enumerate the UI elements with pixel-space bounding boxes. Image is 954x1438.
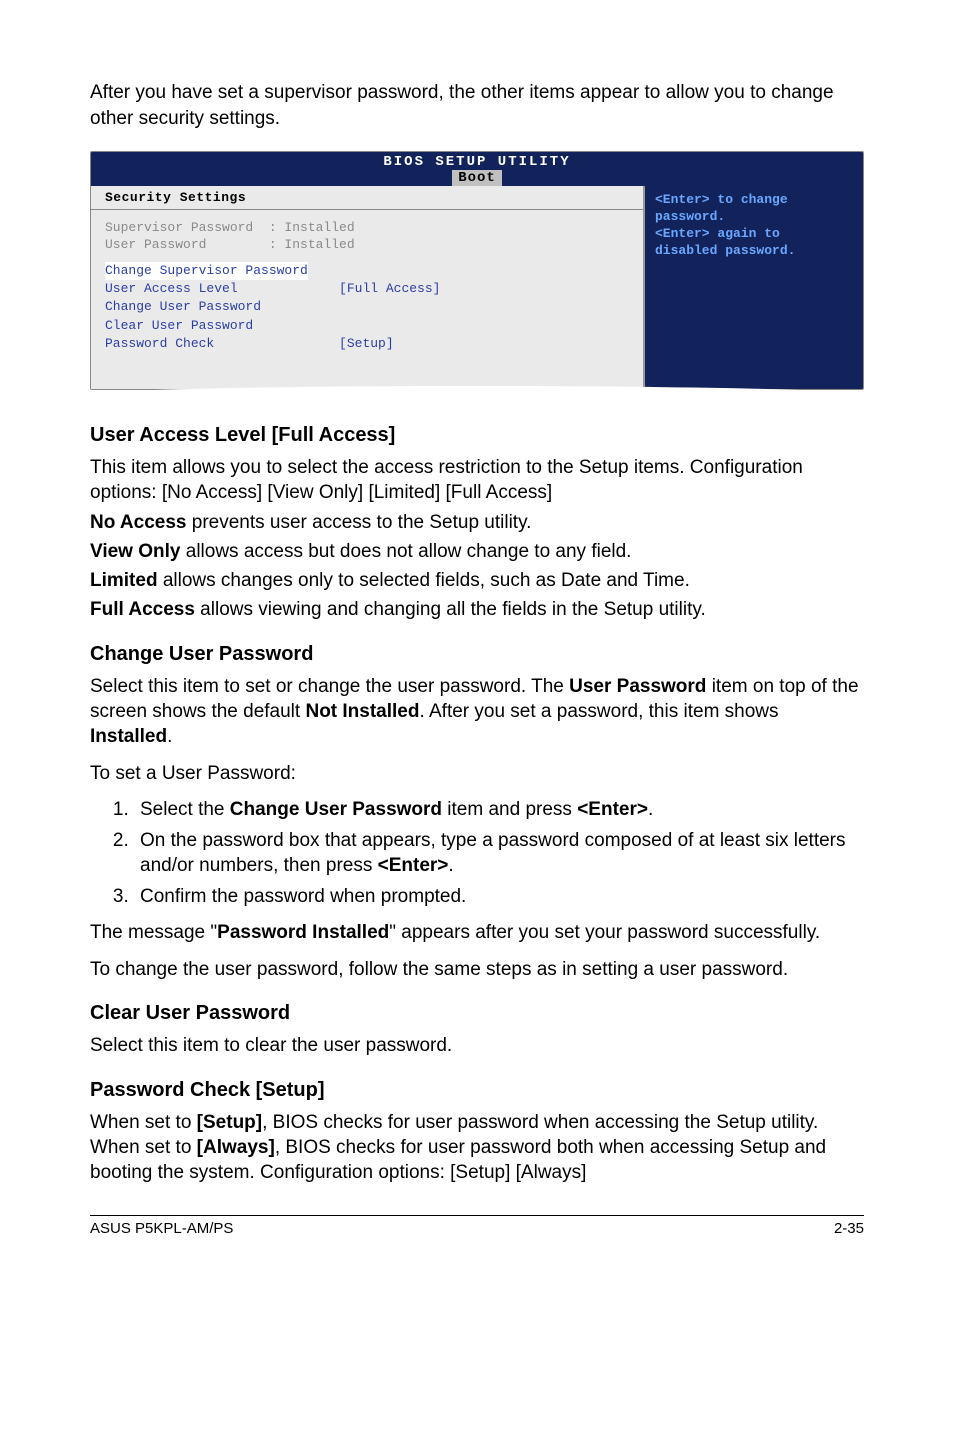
steps-list: Select the Change User Password item and…: [90, 797, 864, 910]
bios-left-panel: Security Settings Supervisor Password : …: [91, 186, 643, 389]
highlight: Change Supervisor Password: [105, 262, 308, 280]
bios-titlebar: BIOS SETUP UTILITY Boot: [91, 152, 863, 186]
paragraph: The message "Password Installed" appears…: [90, 920, 864, 945]
option-limited: Limited allows changes only to selected …: [90, 568, 864, 593]
user-password-status: User Password : Installed: [105, 237, 629, 254]
page-curve-decoration: [90, 386, 864, 404]
option-full-access: Full Access allows viewing and changing …: [90, 597, 864, 622]
help-line: password.: [655, 209, 853, 226]
bios-title: BIOS SETUP UTILITY: [91, 152, 863, 170]
user-access-level-item: User Access Level [Full Access]: [105, 280, 629, 298]
bios-screenshot: BIOS SETUP UTILITY Boot Security Setting…: [90, 151, 864, 390]
option-no-access: No Access prevents user access to the Se…: [90, 510, 864, 535]
bios-body: Security Settings Supervisor Password : …: [91, 186, 863, 389]
list-item: Select the Change User Password item and…: [134, 797, 864, 822]
heading-password-check: Password Check [Setup]: [90, 1079, 864, 1102]
page: After you have set a supervisor password…: [0, 0, 954, 1438]
paragraph: To set a User Password:: [90, 761, 864, 786]
bios-help-panel: <Enter> to change password. <Enter> agai…: [643, 186, 863, 389]
footer-right: 2-35: [834, 1220, 864, 1237]
option-view-only: View Only allows access but does not all…: [90, 539, 864, 564]
paragraph: To change the user password, follow the …: [90, 957, 864, 982]
help-line: <Enter> again to: [655, 226, 853, 243]
list-item: Confirm the password when prompted.: [134, 884, 864, 909]
bios-status-block: Supervisor Password : Installed User Pas…: [91, 210, 643, 258]
clear-user-password-item: Clear User Password: [105, 317, 629, 335]
paragraph: Select this item to clear the user passw…: [90, 1033, 864, 1058]
change-user-password-item: Change User Password: [105, 298, 629, 316]
help-line: disabled password.: [655, 243, 853, 260]
change-supervisor-password-item: Change Supervisor Password: [105, 262, 629, 280]
paragraph: Select this item to set or change the us…: [90, 674, 864, 750]
paragraph: This item allows you to select the acces…: [90, 455, 864, 506]
bios-menu-items: Change Supervisor Password User Access L…: [91, 258, 643, 359]
password-check-item: Password Check [Setup]: [105, 335, 629, 353]
footer-left: ASUS P5KPL-AM/PS: [90, 1220, 233, 1237]
heading-change-user-password: Change User Password: [90, 643, 864, 666]
heading-clear-user-password: Clear User Password: [90, 1002, 864, 1025]
paragraph: When set to [Setup], BIOS checks for use…: [90, 1110, 864, 1186]
page-footer: ASUS P5KPL-AM/PS 2-35: [90, 1215, 864, 1237]
intro-text: After you have set a supervisor password…: [90, 80, 864, 131]
bios-section-header: Security Settings: [91, 186, 643, 210]
list-item: On the password box that appears, type a…: [134, 828, 864, 879]
heading-user-access-level: User Access Level [Full Access]: [90, 424, 864, 447]
bios-tab-boot: Boot: [452, 170, 502, 186]
supervisor-password-status: Supervisor Password : Installed: [105, 220, 629, 237]
help-line: <Enter> to change: [655, 192, 853, 209]
